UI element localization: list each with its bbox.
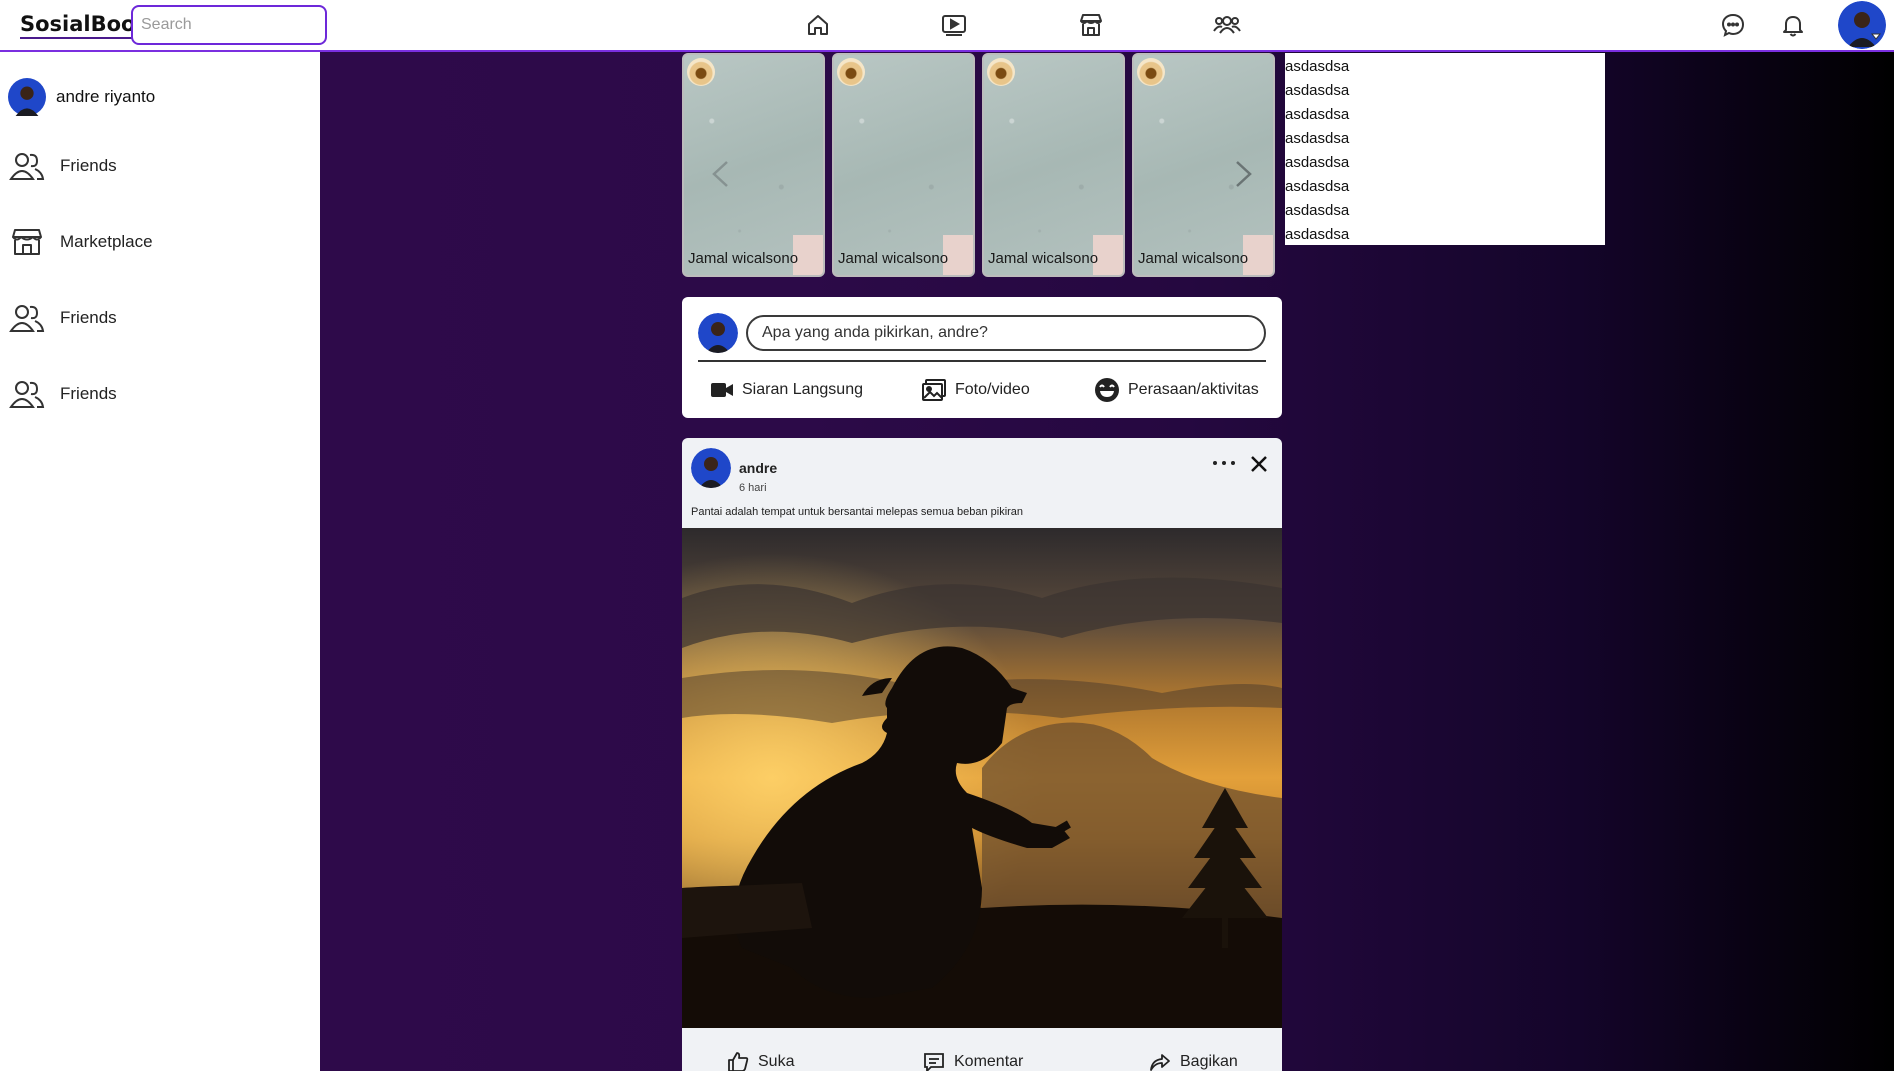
story-card[interactable]: Jamal wicalsono xyxy=(832,53,975,277)
dropdown-item[interactable]: asdasdsa xyxy=(1285,79,1605,103)
live-video-icon xyxy=(711,383,733,397)
dropdown-item[interactable]: asdasdsa xyxy=(1285,199,1605,223)
story-card[interactable]: Jamal wicalsono xyxy=(982,53,1125,277)
story-name: Jamal wicalsono xyxy=(688,250,799,267)
story-prev-button[interactable] xyxy=(692,144,752,204)
dropdown-item[interactable]: asdasdsa xyxy=(1285,151,1605,175)
story-name: Jamal wicalsono xyxy=(838,250,949,267)
action-label: Foto/video xyxy=(955,381,1030,398)
sidebar-item-marketplace[interactable]: Marketplace xyxy=(8,221,153,263)
marketplace-icon xyxy=(8,223,46,261)
top-navbar: SosialBook xyxy=(0,0,1894,52)
action-label: Perasaan/aktivitas xyxy=(1128,381,1259,398)
photo-icon xyxy=(922,379,946,401)
feeling-activity-button[interactable]: Perasaan/aktivitas xyxy=(1094,373,1259,407)
dropdown-item[interactable]: asdasdsa xyxy=(1285,55,1605,79)
friends-icon xyxy=(8,375,46,413)
story-next-button[interactable] xyxy=(1212,144,1272,204)
left-sidebar: andre riyanto Friends Marketplace Friend… xyxy=(0,52,320,1071)
comment-button[interactable]: Komentar xyxy=(922,1048,1023,1071)
story-avatar xyxy=(687,58,715,86)
chevron-right-icon xyxy=(1236,161,1252,187)
action-label: Komentar xyxy=(954,1053,1024,1070)
profile-avatar-button[interactable] xyxy=(1838,1,1886,49)
feed-post: andre 6 hari Pantai adalah tempat untuk … xyxy=(682,438,1282,1071)
story-avatar xyxy=(837,58,865,86)
action-label: Bagikan xyxy=(1180,1053,1238,1070)
sidebar-item-label: Friends xyxy=(60,156,117,175)
close-icon xyxy=(1251,456,1267,472)
marketplace-icon[interactable] xyxy=(1077,11,1105,39)
sidebar-item-friends[interactable]: Friends xyxy=(8,373,117,415)
sidebar-user-name: andre riyanto xyxy=(56,87,156,106)
action-label: Siaran Langsung xyxy=(742,381,863,398)
groups-icon[interactable] xyxy=(1213,11,1241,39)
post-more-button[interactable] xyxy=(1209,450,1239,476)
sidebar-item-friends[interactable]: Friends xyxy=(8,145,117,187)
sidebar-item-label: Friends xyxy=(60,384,117,403)
search-input[interactable] xyxy=(131,5,327,45)
post-timestamp: 6 hari xyxy=(739,482,767,494)
messenger-icon[interactable] xyxy=(1719,11,1747,39)
composer-input[interactable] xyxy=(746,315,1266,351)
dropdown-item[interactable]: asdasdsa xyxy=(1285,175,1605,199)
composer-divider xyxy=(698,360,1266,362)
post-author-avatar[interactable] xyxy=(691,448,731,488)
dropdown-item[interactable]: asdasdsa xyxy=(1285,223,1605,247)
story-name: Jamal wicalsono xyxy=(988,250,1099,267)
photo-video-button[interactable]: Foto/video xyxy=(921,373,1030,407)
share-icon xyxy=(1150,1054,1170,1071)
post-photo[interactable] xyxy=(682,528,1282,1028)
post-composer: Siaran Langsung Foto/video Perasaan/akti… xyxy=(682,297,1282,418)
post-close-button[interactable] xyxy=(1244,450,1274,478)
friends-icon xyxy=(8,147,46,185)
friends-icon xyxy=(8,299,46,337)
smiley-icon xyxy=(1095,378,1119,402)
sidebar-item-label: Marketplace xyxy=(60,232,153,251)
like-icon xyxy=(728,1052,749,1071)
story-avatar xyxy=(987,58,1015,86)
video-icon[interactable] xyxy=(940,11,968,39)
sidebar-item-friends[interactable]: Friends xyxy=(8,297,117,339)
story-avatar xyxy=(1137,58,1165,86)
post-author-name[interactable]: andre xyxy=(739,460,777,476)
action-label: Suka xyxy=(758,1053,795,1070)
composer-avatar xyxy=(698,313,738,353)
dropdown-list: asdasdsa asdasdsa asdasdsa asdasdsa asda… xyxy=(1285,53,1605,245)
sidebar-item-profile[interactable]: andre riyanto xyxy=(8,76,155,118)
like-button[interactable]: Suka xyxy=(726,1048,794,1071)
user-avatar xyxy=(8,78,46,116)
post-caption: Pantai adalah tempat untuk bersantai mel… xyxy=(691,506,1024,518)
story-name: Jamal wicalsono xyxy=(1138,250,1249,267)
live-video-button[interactable]: Siaran Langsung xyxy=(710,373,863,407)
sidebar-item-label: Friends xyxy=(60,308,117,327)
share-button[interactable]: Bagikan xyxy=(1148,1048,1238,1071)
home-icon[interactable] xyxy=(804,11,832,39)
bell-icon[interactable] xyxy=(1779,11,1807,39)
chevron-left-icon xyxy=(712,161,728,187)
dropdown-item[interactable]: asdasdsa xyxy=(1285,103,1605,127)
dropdown-item[interactable]: asdasdsa xyxy=(1285,127,1605,151)
more-horizontal-icon xyxy=(1213,461,1235,465)
comment-icon xyxy=(924,1053,944,1071)
